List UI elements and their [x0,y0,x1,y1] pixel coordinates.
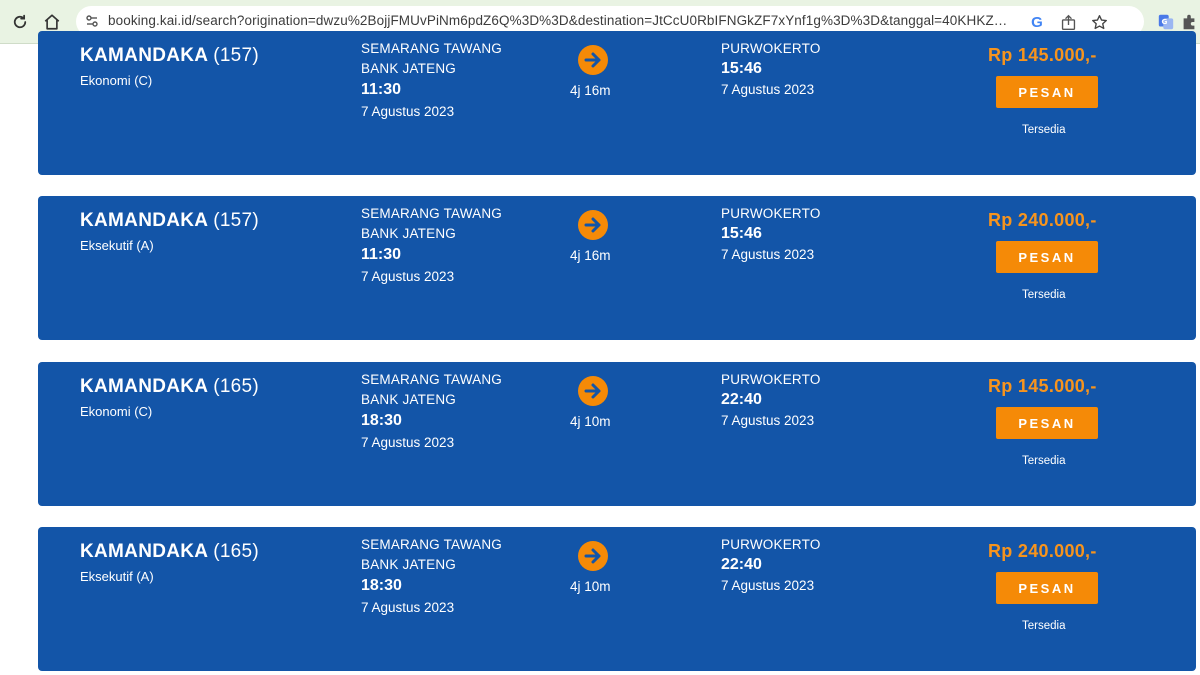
extensions-puzzle-icon[interactable] [1178,11,1200,33]
arrival-date: 7 Agustus 2023 [721,578,815,593]
reload-icon[interactable] [8,10,32,34]
arrival-time: 22:40 [721,391,762,408]
train-result-card: KAMANDAKA (157) Eksekutif (A) SEMARANG T… [38,196,1196,340]
ticket-price: Rp 145.000,- [988,45,1097,65]
bookmark-star-icon[interactable] [1088,11,1110,33]
origin-station-line2: BANK JATENG [361,226,456,241]
train-result-card: KAMANDAKA (157) Ekonomi (C) SEMARANG TAW… [38,31,1196,175]
availability-status: Tersedia [1022,620,1066,632]
arrival-time: 15:46 [721,225,762,242]
availability-status: Tersedia [1022,289,1066,301]
train-name-label: KAMANDAKA (157) [80,45,259,67]
pesan-button[interactable]: PESAN [996,572,1098,604]
arrow-right-icon [578,210,608,240]
train-name-label: KAMANDAKA (165) [80,541,259,563]
train-class: Ekonomi (C) [80,404,153,419]
train-name: KAMANDAKA [80,376,208,397]
departure-time: 18:30 [361,412,402,429]
train-name: KAMANDAKA [80,541,208,562]
translate-extension-icon[interactable]: G [1155,11,1177,33]
origin-station-line2: BANK JATENG [361,61,456,76]
train-name: KAMANDAKA [80,45,208,66]
trip-duration: 4j 10m [570,414,611,429]
departure-date: 7 Agustus 2023 [361,600,455,615]
origin-station-line2: BANK JATENG [361,557,456,572]
origin-station-line1: SEMARANG TAWANG [361,372,503,387]
google-icon[interactable]: G [1026,11,1048,33]
train-result-card: KAMANDAKA (165) Ekonomi (C) SEMARANG TAW… [38,362,1196,506]
arrival-date: 7 Agustus 2023 [721,247,815,262]
arrival-time: 22:40 [721,556,762,573]
arrival-date: 7 Agustus 2023 [721,413,815,428]
arrival-time: 15:46 [721,60,762,77]
origin-station-line1: SEMARANG TAWANG [361,41,503,56]
arrow-right-icon [578,45,608,75]
arrow-right-icon [578,541,608,571]
train-name-label: KAMANDAKA (165) [80,376,259,398]
origin-station-line2: BANK JATENG [361,392,456,407]
url-text[interactable]: booking.kai.id/search?origination=dwzu%2… [108,13,1013,31]
availability-status: Tersedia [1022,455,1066,467]
train-class: Ekonomi (C) [80,73,153,88]
departure-date: 7 Agustus 2023 [361,435,455,450]
departure-date: 7 Agustus 2023 [361,104,455,119]
train-number: (157) [213,210,260,231]
train-result-card: KAMANDAKA (165) Eksekutif (A) SEMARANG T… [38,527,1196,671]
arrow-right-icon [578,376,608,406]
train-class: Eksekutif (A) [80,238,154,253]
train-name-label: KAMANDAKA (157) [80,210,259,232]
site-info-icon[interactable] [84,13,100,29]
departure-time: 18:30 [361,577,402,594]
departure-time: 11:30 [361,246,402,263]
departure-time: 11:30 [361,81,402,98]
pesan-button[interactable]: PESAN [996,76,1098,108]
pesan-button[interactable]: PESAN [996,407,1098,439]
trip-duration: 4j 16m [570,83,611,98]
destination-station: PURWOKERTO [721,372,821,387]
destination-station: PURWOKERTO [721,41,821,56]
availability-status: Tersedia [1022,124,1066,136]
share-icon[interactable] [1057,11,1079,33]
origin-station-line1: SEMARANG TAWANG [361,537,503,552]
svg-text:G: G [1162,17,1168,26]
pesan-button[interactable]: PESAN [996,241,1098,273]
origin-station-line1: SEMARANG TAWANG [361,206,503,221]
train-number: (165) [213,541,260,562]
train-number: (157) [213,45,260,66]
trip-duration: 4j 16m [570,248,611,263]
train-number: (165) [213,376,260,397]
destination-station: PURWOKERTO [721,206,821,221]
ticket-price: Rp 240.000,- [988,541,1097,561]
arrival-date: 7 Agustus 2023 [721,82,815,97]
train-name: KAMANDAKA [80,210,208,231]
train-class: Eksekutif (A) [80,569,154,584]
ticket-price: Rp 240.000,- [988,210,1097,230]
departure-date: 7 Agustus 2023 [361,269,455,284]
destination-station: PURWOKERTO [721,537,821,552]
trip-duration: 4j 10m [570,579,611,594]
ticket-price: Rp 145.000,- [988,376,1097,396]
